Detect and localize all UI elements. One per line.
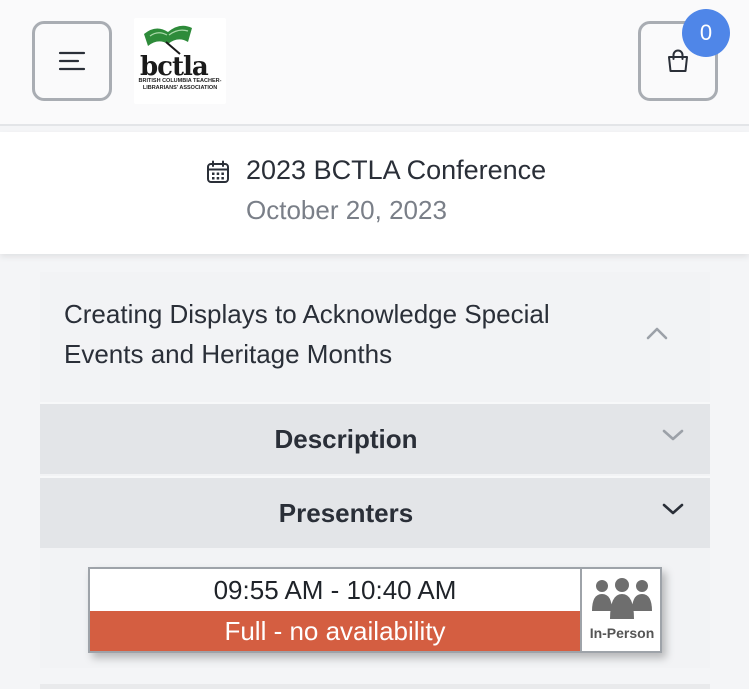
hamburger-menu-icon bbox=[58, 51, 86, 71]
people-group-icon bbox=[592, 578, 652, 619]
slot-time: 09:55 AM - 10:40 AM bbox=[90, 569, 580, 611]
chevron-up-icon[interactable] bbox=[646, 326, 668, 340]
chevron-down-icon bbox=[662, 429, 684, 441]
presenters-label: Presenters bbox=[278, 497, 414, 528]
calendar-icon bbox=[207, 160, 229, 183]
time-slot[interactable]: 09:55 AM - 10:40 AM Full - no availabili… bbox=[88, 567, 662, 653]
next-card-edge bbox=[40, 684, 710, 689]
presenters-accordion[interactable]: Presenters bbox=[40, 476, 710, 548]
event-date: October 20, 2023 bbox=[246, 195, 447, 225]
event-banner: 2023 BCTLA Conference October 20, 2023 bbox=[0, 132, 749, 254]
slot-mode-label: In-Person bbox=[589, 625, 655, 641]
session-title: Creating Displays to Acknowledge Special… bbox=[64, 299, 550, 369]
shopping-bag-icon bbox=[668, 49, 688, 72]
logo-subtitle: BRITISH COLUMBIA TEACHER-LIBRARIANS' ASS… bbox=[138, 78, 222, 91]
slot-mode: In-Person bbox=[580, 569, 660, 651]
description-label: Description bbox=[274, 423, 418, 454]
menu-button[interactable] bbox=[32, 21, 112, 101]
cart-count-badge: 0 bbox=[682, 9, 730, 57]
description-accordion[interactable]: Description bbox=[40, 402, 710, 474]
event-title: 2023 BCTLA Conference bbox=[246, 155, 547, 185]
session-card: Creating Displays to Acknowledge Special… bbox=[40, 272, 710, 668]
open-book-logo-icon bbox=[144, 25, 192, 55]
session-header[interactable]: Creating Displays to Acknowledge Special… bbox=[40, 272, 710, 402]
slot-status: Full - no availability bbox=[90, 611, 580, 651]
top-header: bctla BRITISH COLUMBIA TEACHER-LIBRARIAN… bbox=[0, 0, 749, 126]
chevron-down-icon bbox=[662, 503, 684, 515]
bctla-logo[interactable]: bctla BRITISH COLUMBIA TEACHER-LIBRARIAN… bbox=[134, 18, 226, 104]
